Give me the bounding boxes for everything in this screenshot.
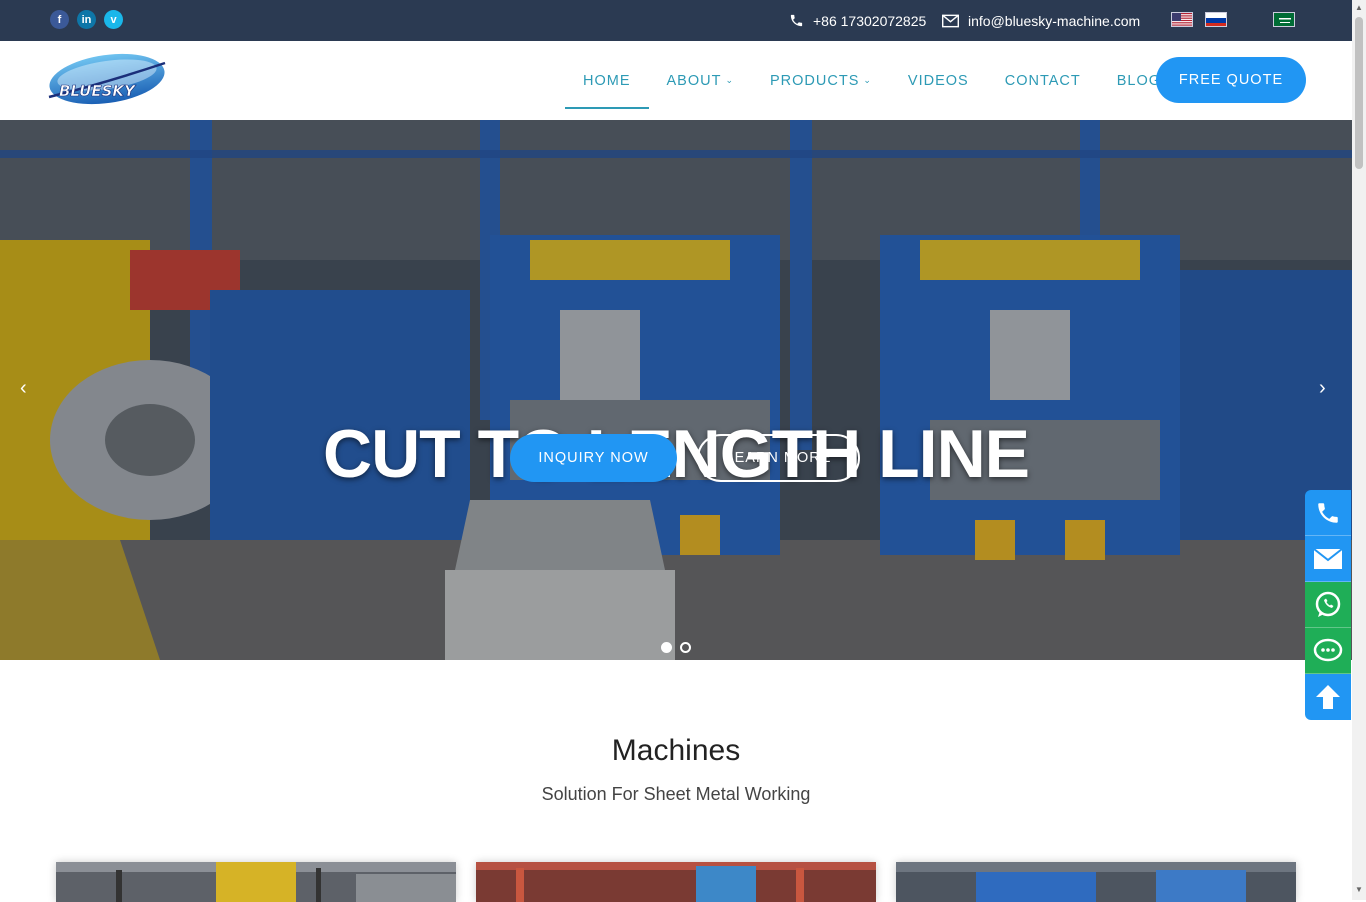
nav-about-label: ABOUT — [667, 73, 722, 89]
social-links: f in v — [50, 10, 123, 29]
nav-contact-label: CONTACT — [1005, 73, 1081, 89]
float-chat-button[interactable] — [1305, 628, 1351, 674]
scroll-down-arrow-icon[interactable]: ▼ — [1355, 885, 1363, 894]
phone-contact[interactable]: +86 17302072825 — [789, 0, 926, 41]
slider-next-arrow-icon[interactable]: › — [1319, 377, 1326, 400]
machine-card-image — [896, 862, 1296, 902]
nav-blog-label: BLOG — [1117, 73, 1161, 89]
inquiry-now-button[interactable]: INQUIRY NOW — [510, 434, 677, 482]
machines-title: Machines — [0, 734, 1352, 768]
chat-icon — [1313, 638, 1343, 664]
page-scrollbar[interactable]: ▲ ▼ — [1352, 0, 1366, 900]
nav-videos-label: VIDEOS — [908, 73, 969, 89]
facebook-icon[interactable]: f — [50, 10, 69, 29]
nav-products[interactable]: PRODUCTS ⌄ — [752, 41, 890, 120]
arrow-up-icon — [1314, 683, 1342, 711]
slider-dots — [661, 642, 691, 653]
russia-flag-icon[interactable] — [1205, 12, 1227, 27]
top-bar: f in v +86 17302072825 info@bluesky-mach… — [0, 0, 1366, 41]
chevron-down-icon: ⌄ — [725, 75, 734, 86]
nav-contact[interactable]: CONTACT — [987, 41, 1099, 120]
nav-home[interactable]: HOME — [565, 41, 649, 120]
machines-subtitle: Solution For Sheet Metal Working — [0, 784, 1352, 805]
bluesky-logo[interactable]: BLUESKY — [45, 53, 167, 112]
scroll-up-arrow-icon[interactable]: ▲ — [1355, 3, 1363, 12]
email-contact[interactable]: info@bluesky-machine.com — [942, 0, 1140, 41]
phone-number: +86 17302072825 — [813, 13, 926, 29]
nav-products-label: PRODUCTS — [770, 73, 859, 89]
float-phone-button[interactable] — [1305, 490, 1351, 536]
machine-card[interactable] — [476, 862, 876, 902]
site-header: BLUESKY HOME ABOUT⌄ PRODUCTS⌄ VIDEOS CON… — [0, 41, 1352, 120]
envelope-icon — [942, 14, 959, 28]
slider-dot-2[interactable] — [680, 642, 691, 653]
scroll-thumb[interactable] — [1355, 17, 1363, 169]
email-address: info@bluesky-machine.com — [968, 13, 1140, 29]
machine-card-image — [56, 862, 456, 902]
back-to-top-button[interactable] — [1305, 674, 1351, 720]
free-quote-button[interactable]: FREE QUOTE — [1156, 57, 1306, 103]
machine-card-image — [476, 862, 876, 902]
main-nav: HOME ABOUT⌄ PRODUCTS⌄ VIDEOS CONTACT BLO… — [565, 41, 1179, 120]
phone-icon — [789, 13, 804, 28]
svg-text:BLUESKY: BLUESKY — [59, 82, 137, 100]
slider-dot-1[interactable] — [661, 642, 672, 653]
us-flag-icon[interactable] — [1171, 12, 1193, 27]
chevron-down-icon: ⌄ — [863, 75, 872, 86]
float-email-button[interactable] — [1305, 536, 1351, 582]
machine-card[interactable] — [56, 862, 456, 902]
floating-contact-bar — [1305, 490, 1351, 720]
slider-prev-arrow-icon[interactable]: ‹ — [20, 377, 27, 400]
linkedin-icon[interactable]: in — [77, 10, 96, 29]
phone-icon — [1315, 500, 1341, 526]
hero-slider: CUT TO LENGTH LINE INQUIRY NOW LEARN MOR… — [0, 120, 1352, 660]
nav-about[interactable]: ABOUT⌄ — [649, 41, 753, 120]
saudi-flag-icon[interactable] — [1273, 12, 1295, 27]
machine-card[interactable] — [896, 862, 1296, 902]
nav-home-label: HOME — [583, 73, 631, 89]
nav-videos[interactable]: VIDEOS — [890, 41, 987, 120]
float-whatsapp-button[interactable] — [1305, 582, 1351, 628]
learn-more-button[interactable]: LEARN MORE — [697, 434, 860, 482]
vimeo-icon[interactable]: v — [104, 10, 123, 29]
whatsapp-icon — [1314, 591, 1342, 619]
hero-background-image — [0, 120, 1352, 660]
envelope-icon — [1313, 548, 1343, 570]
